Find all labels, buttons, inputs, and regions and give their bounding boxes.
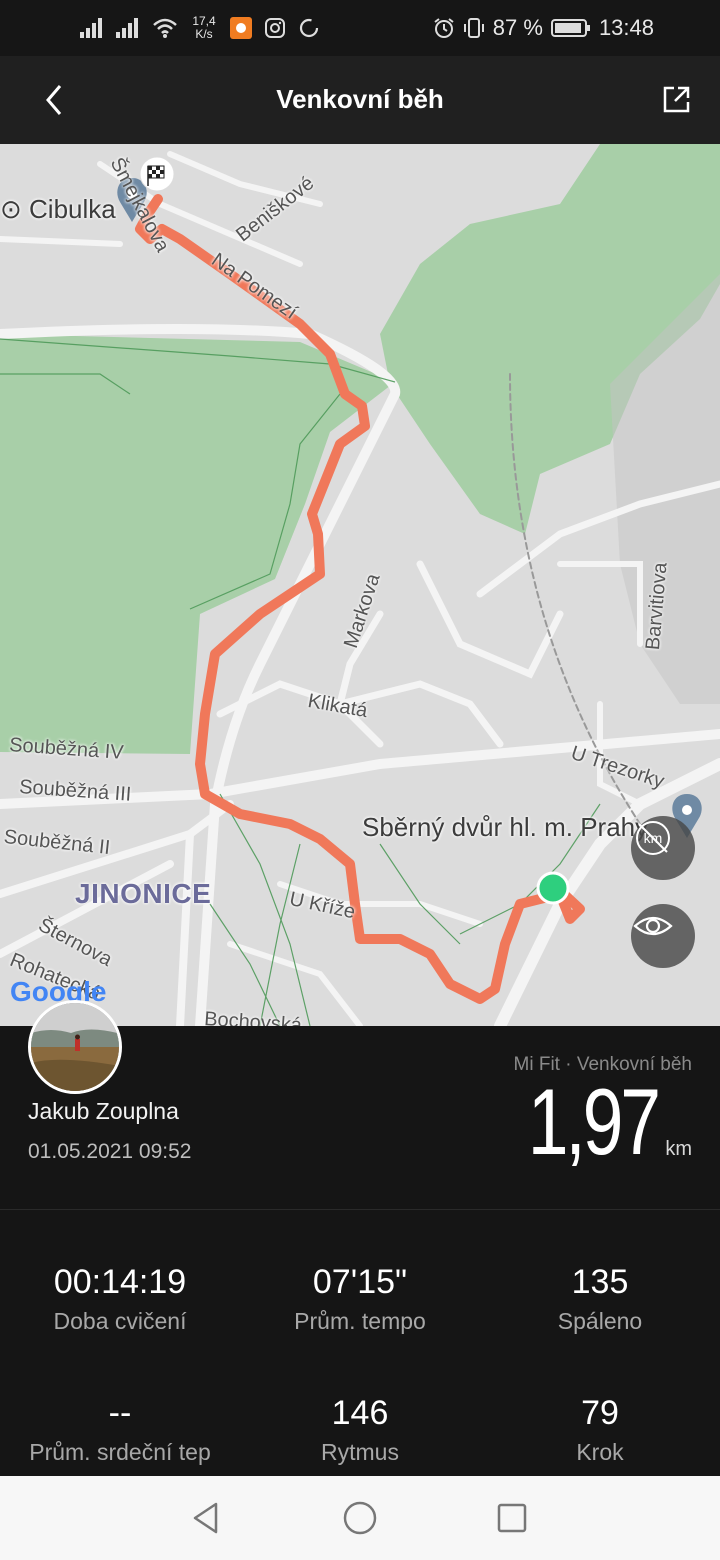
stat-cadence: 146 Rytmus bbox=[240, 1394, 480, 1466]
chevron-left-icon bbox=[46, 85, 62, 115]
stat-label: Rytmus bbox=[321, 1439, 399, 1465]
circle-icon bbox=[299, 18, 319, 38]
map-label-cibulka: ⊙ Cibulka bbox=[0, 194, 116, 224]
stat-value: 135 bbox=[571, 1263, 629, 1301]
start-point-icon bbox=[536, 871, 570, 905]
stat-stride: 79 Krok bbox=[480, 1394, 720, 1466]
eye-icon bbox=[633, 916, 673, 936]
back-button[interactable] bbox=[30, 76, 78, 124]
status-bar: 17,4 K/s 87 % 13:48 bbox=[0, 0, 720, 56]
status-left: 17,4 K/s bbox=[80, 10, 320, 46]
stat-label: Prům. srdeční tep bbox=[29, 1439, 211, 1465]
stat-value: 146 bbox=[331, 1394, 389, 1432]
map-label-cibulka-text: Cibulka bbox=[29, 194, 116, 224]
stat-label: Spáleno bbox=[557, 1308, 643, 1334]
stat-calories: 135 Spáleno bbox=[480, 1263, 720, 1335]
checkered-flag-icon bbox=[139, 156, 175, 192]
stat-duration: 00:14:19 Doba cvičení bbox=[0, 1263, 240, 1335]
page-title: Venkovní běh bbox=[276, 84, 444, 114]
clock: 13:48 bbox=[598, 15, 654, 40]
net-speed-unit: K/s bbox=[195, 27, 213, 41]
stats-grid: 00:14:19 Doba cvičení 07'15" Prům. tempo… bbox=[0, 1211, 720, 1476]
vibrate-icon bbox=[463, 18, 484, 38]
avatar[interactable] bbox=[28, 1000, 122, 1094]
nav-home-button[interactable] bbox=[340, 1498, 380, 1538]
workout-summary: Jakub Zouplna 01.05.2021 09:52 Mi Fit · … bbox=[0, 1000, 720, 1210]
distance-value: 1,97 bbox=[527, 1069, 661, 1174]
signal-icon bbox=[80, 18, 102, 38]
home-circle-icon bbox=[343, 1501, 377, 1535]
net-speed: 17,4 K/s bbox=[190, 15, 218, 41]
avatar-image bbox=[31, 1003, 119, 1091]
share-button[interactable] bbox=[652, 76, 700, 124]
system-nav-bar bbox=[0, 1476, 720, 1560]
km-marker-toggle-button[interactable]: km bbox=[631, 816, 695, 880]
stat-value: 79 bbox=[581, 1394, 619, 1432]
workout-date: 01.05.2021 09:52 bbox=[28, 1140, 192, 1163]
stat-value: -- bbox=[108, 1394, 132, 1432]
stat-heart-rate: -- Prům. srdeční tep bbox=[0, 1394, 240, 1466]
alarm-icon bbox=[434, 18, 454, 38]
battery-percent: 87 % bbox=[492, 15, 543, 40]
share-icon bbox=[663, 86, 690, 113]
map-label-jinonice: JINONICE bbox=[75, 878, 212, 909]
route-map[interactable]: ⊙ Cibulka Šmejkalova Beniškové Na Pomezí… bbox=[0, 144, 720, 1026]
nav-back-button[interactable] bbox=[186, 1498, 226, 1538]
stat-label: Krok bbox=[576, 1439, 624, 1465]
park-area bbox=[0, 334, 395, 754]
wifi-icon bbox=[153, 18, 177, 38]
app-notification-icon bbox=[230, 17, 252, 39]
instagram-icon bbox=[265, 18, 285, 38]
recents-square-icon bbox=[497, 1503, 527, 1533]
stat-pace: 07'15" Prům. tempo bbox=[240, 1263, 480, 1335]
battery-icon bbox=[550, 19, 590, 37]
back-triangle-icon bbox=[193, 1502, 218, 1534]
stat-label: Prům. tempo bbox=[294, 1308, 426, 1334]
app-bar: Venkovní běh bbox=[0, 56, 720, 144]
nav-recents-button[interactable] bbox=[492, 1498, 532, 1538]
stat-value: 07'15" bbox=[312, 1263, 408, 1301]
map-label-sberny-dvur: Sběrný dvůr hl. m. Prahy bbox=[362, 812, 649, 842]
status-right: 87 % 13:48 bbox=[433, 10, 654, 46]
distance-unit: km bbox=[665, 1138, 692, 1160]
stat-value: 00:14:19 bbox=[53, 1263, 187, 1301]
map-view-toggle-button[interactable] bbox=[631, 904, 695, 968]
signal-icon bbox=[116, 18, 138, 38]
user-name: Jakub Zouplna bbox=[28, 1098, 179, 1124]
stat-label: Doba cvičení bbox=[53, 1308, 187, 1334]
km-off-icon: km bbox=[636, 821, 670, 855]
